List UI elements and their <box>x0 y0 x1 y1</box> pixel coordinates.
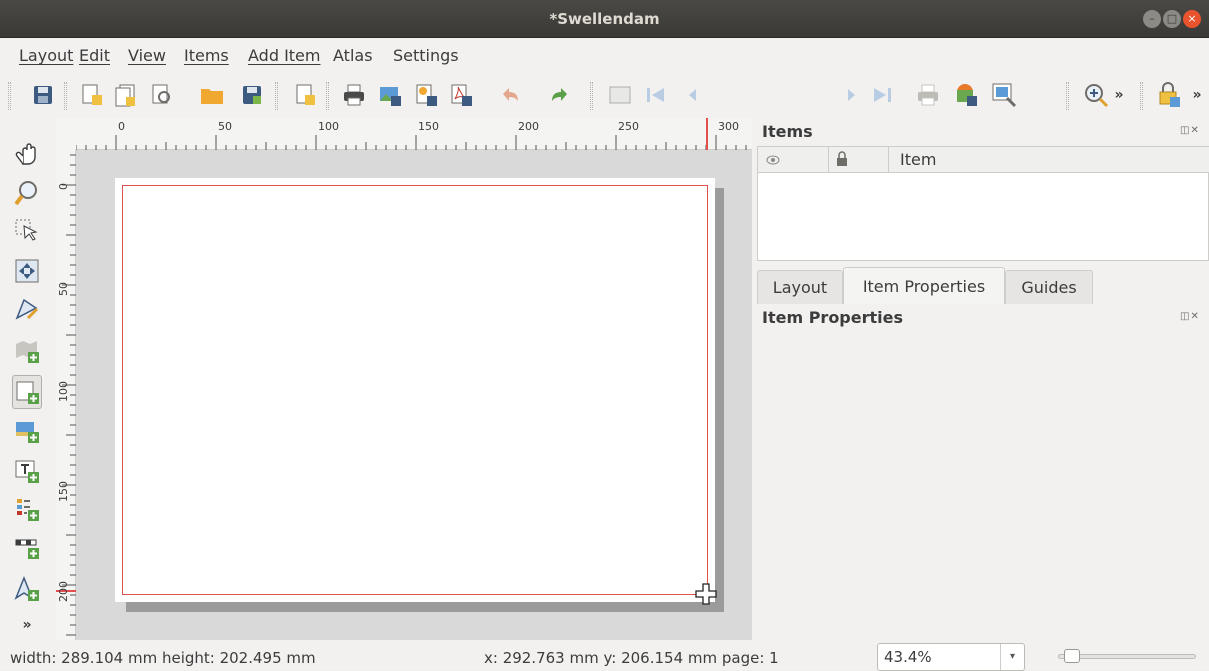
minimize-button[interactable]: – <box>1143 10 1161 28</box>
add-picture-icon[interactable] <box>12 416 42 446</box>
add-label-icon[interactable] <box>12 456 42 486</box>
undo-icon[interactable] <box>496 81 524 109</box>
zoom-in-icon[interactable] <box>1082 81 1110 109</box>
layout-manager-icon[interactable] <box>148 81 176 109</box>
save-template-icon[interactable] <box>238 81 266 109</box>
print-icon[interactable] <box>340 81 368 109</box>
vruler-label-200: 200 <box>57 581 70 602</box>
next-feature-icon[interactable] <box>832 81 860 109</box>
edit-nodes-icon[interactable] <box>12 294 42 324</box>
export-image-icon[interactable] <box>376 81 404 109</box>
toolbar-overflow-2-icon[interactable]: » <box>1188 81 1206 109</box>
redo-icon[interactable] <box>546 81 574 109</box>
more-tools-icon[interactable]: » <box>12 610 42 640</box>
menubar: Layout Edit View Items Add Item Atlas Se… <box>0 38 1209 74</box>
close-button[interactable]: × <box>1183 10 1201 28</box>
pan-icon[interactable] <box>12 138 42 168</box>
export-atlas-image-icon[interactable] <box>952 81 980 109</box>
items-table[interactable]: Item <box>757 146 1209 261</box>
properties-panel-title: Item Properties <box>762 308 904 327</box>
menu-layout[interactable]: Layout <box>19 46 73 65</box>
add-rectangle-icon[interactable] <box>12 375 42 409</box>
last-feature-icon[interactable] <box>868 81 896 109</box>
dock-float-close-icon[interactable]: ◫✕ <box>1180 125 1200 136</box>
dock-float-close-icon-2[interactable]: ◫✕ <box>1180 311 1200 322</box>
hruler-label-0: 0 <box>118 120 125 133</box>
status-size: width: 289.104 mm height: 202.495 mm <box>10 649 316 667</box>
add-scalebar-icon[interactable] <box>12 532 42 562</box>
tab-guides[interactable]: Guides <box>1005 270 1093 304</box>
hruler-label-50: 50 <box>218 120 232 133</box>
vruler-label-150: 150 <box>57 481 70 502</box>
vruler-label-0: 0 <box>57 183 70 190</box>
select-move-icon[interactable] <box>12 216 42 246</box>
hruler-label-100: 100 <box>318 120 339 133</box>
menu-settings[interactable]: Settings <box>393 46 459 65</box>
zoom-combobox[interactable]: 43.4% ▾ <box>877 643 1025 671</box>
horizontal-ruler[interactable]: 0 50 100 150 200 250 300 <box>76 118 752 150</box>
add-legend-icon[interactable] <box>12 494 42 524</box>
hruler-label-150: 150 <box>418 120 439 133</box>
lock-column-icon[interactable] <box>836 151 848 167</box>
toolbar-overflow-icon[interactable]: » <box>1110 81 1128 109</box>
hruler-label-200: 200 <box>518 120 539 133</box>
chevron-down-icon[interactable]: ▾ <box>1000 644 1024 670</box>
toolbar: 1 ▾ » » <box>0 74 1209 185</box>
zoom-value: 43.4% <box>884 648 932 666</box>
hruler-label-300: 300 <box>718 120 739 133</box>
zoom-tool-icon[interactable] <box>12 178 42 208</box>
atlas-settings-icon[interactable] <box>990 81 1018 109</box>
move-content-icon[interactable] <box>12 256 42 286</box>
first-feature-icon[interactable] <box>642 81 670 109</box>
add-pages-icon[interactable] <box>292 81 320 109</box>
items-table-header: Item <box>758 147 1209 173</box>
item-column-header[interactable]: Item <box>900 150 936 169</box>
hruler-label-250: 250 <box>618 120 639 133</box>
rectangle-item-outline[interactable] <box>122 185 708 595</box>
vruler-label-50: 50 <box>57 282 70 296</box>
atlas-preview-icon[interactable] <box>606 81 634 109</box>
lock-icon[interactable] <box>1156 81 1184 109</box>
add-north-arrow-icon[interactable] <box>12 574 42 604</box>
save-layout-icon[interactable] <box>29 81 57 109</box>
export-pdf-icon[interactable] <box>447 81 475 109</box>
ruler-corner <box>56 118 76 150</box>
statusbar: width: 289.104 mm height: 202.495 mm x: … <box>0 640 1209 670</box>
window-titlebar: *Swellendam – □ × <box>0 0 1209 38</box>
vruler-label-100: 100 <box>57 381 70 402</box>
duplicate-layout-icon[interactable] <box>112 81 140 109</box>
previous-feature-icon[interactable] <box>684 81 712 109</box>
left-toolbox: » <box>0 118 56 640</box>
print-atlas-icon[interactable] <box>914 81 942 109</box>
status-position: x: 292.763 mm y: 206.154 mm page: 1 <box>484 649 779 667</box>
tab-layout[interactable]: Layout <box>757 270 843 304</box>
menu-items[interactable]: Items <box>184 46 229 65</box>
menu-atlas[interactable]: Atlas <box>333 46 373 65</box>
add-map-icon[interactable] <box>12 336 42 366</box>
maximize-button[interactable]: □ <box>1163 10 1181 28</box>
menu-view[interactable]: View <box>128 46 166 65</box>
visibility-icon[interactable] <box>766 155 780 165</box>
export-svg-icon[interactable] <box>412 81 440 109</box>
window-title: *Swellendam <box>549 10 660 28</box>
menu-edit[interactable]: Edit <box>79 46 110 65</box>
menu-add-item[interactable]: Add Item <box>248 46 320 65</box>
items-panel-title: Items <box>762 122 813 141</box>
crosshair-cursor-icon <box>695 583 717 605</box>
tab-item-properties[interactable]: Item Properties <box>843 267 1005 304</box>
zoom-slider-handle[interactable] <box>1064 649 1080 663</box>
open-folder-icon[interactable] <box>198 81 226 109</box>
vertical-ruler[interactable]: 0 50 100 150 200 <box>56 150 76 640</box>
new-layout-icon[interactable] <box>78 81 106 109</box>
